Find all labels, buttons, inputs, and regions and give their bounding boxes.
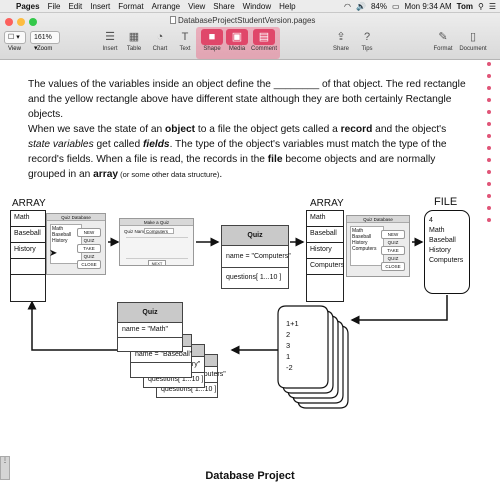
footer-title[interactable]: Database Project bbox=[0, 470, 500, 482]
right-array-cell bbox=[307, 275, 343, 291]
close-button[interactable]: CLOSE bbox=[381, 262, 405, 271]
quiz-object-center[interactable]: Quiz name = "Computers" questions[ 1...1… bbox=[221, 225, 291, 289]
new-quiz-button[interactable]: NEW QUIZ bbox=[381, 230, 405, 245]
win-list-item: History bbox=[52, 238, 68, 244]
quiz-object-stack-top[interactable]: Quiz name = "Math" bbox=[117, 302, 183, 352]
comment-marker-icon[interactable] bbox=[487, 158, 491, 162]
right-array-cell: History bbox=[307, 243, 343, 259]
record-line: 1+1 bbox=[286, 319, 299, 328]
new-quiz-button[interactable]: NEW QUIZ bbox=[77, 228, 101, 243]
left-array-cell: Baseball bbox=[11, 227, 45, 243]
take-quiz-button[interactable]: TAKE QUIZ bbox=[381, 246, 405, 261]
quiz-title: Quiz bbox=[222, 226, 288, 246]
record-values: 1+1 2 3 1 -2 bbox=[286, 318, 299, 373]
record-line: -2 bbox=[286, 363, 293, 372]
file-line: History bbox=[429, 247, 451, 254]
file-line: Baseball bbox=[429, 237, 456, 244]
right-array-cell: Math bbox=[307, 211, 343, 227]
comment-marker-icon[interactable] bbox=[487, 206, 491, 210]
arrow-file-to-records bbox=[350, 295, 448, 325]
right-array-cell: Computers bbox=[307, 259, 344, 275]
comment-marker-icon[interactable] bbox=[487, 170, 491, 174]
left-array[interactable]: Math Baseball History bbox=[10, 210, 46, 302]
left-array-cell bbox=[11, 259, 45, 275]
arrow-quizzes-to-array bbox=[27, 300, 118, 351]
left-array-cell: History bbox=[11, 243, 45, 259]
file-line: Computers bbox=[429, 257, 464, 264]
quiz-stack-title: Quiz bbox=[118, 303, 182, 323]
win-quiz-list[interactable]: Math Baseball History Computers bbox=[350, 226, 384, 266]
quiz-name-input[interactable]: Computers bbox=[144, 228, 174, 234]
left-array-cell bbox=[11, 275, 45, 291]
record-line: 1 bbox=[286, 352, 291, 361]
quiz-name-field: name = "Computers" bbox=[222, 246, 291, 268]
quiz-database-window-right[interactable]: Quiz Database Math Baseball History Comp… bbox=[346, 215, 410, 277]
comment-marker-icon[interactable] bbox=[487, 98, 491, 102]
comment-marker-icon[interactable] bbox=[487, 146, 491, 150]
right-array-label: ARRAY bbox=[310, 198, 344, 209]
comment-marker-icon[interactable] bbox=[487, 86, 491, 90]
win-title: Quiz Database bbox=[347, 216, 409, 223]
take-quiz-button[interactable]: TAKE QUIZ bbox=[77, 244, 101, 259]
comment-marker-icon[interactable] bbox=[487, 218, 491, 222]
comment-marker-icon[interactable] bbox=[487, 122, 491, 126]
comment-marker-icon[interactable] bbox=[487, 110, 491, 114]
file-shape[interactable]: 4 Math Baseball History Computers bbox=[424, 210, 470, 294]
right-array-cell: Baseball bbox=[307, 227, 343, 243]
comment-marker-icon[interactable] bbox=[487, 62, 491, 66]
comment-marker-icon[interactable] bbox=[487, 74, 491, 78]
record-line: 3 bbox=[286, 341, 291, 350]
file-line: 4 bbox=[429, 217, 433, 224]
quiz-stack-questions bbox=[118, 338, 182, 352]
comment-marker-icon[interactable] bbox=[487, 194, 491, 198]
left-array-label: ARRAY bbox=[12, 198, 46, 209]
make-quiz-question-area bbox=[126, 237, 188, 259]
win-list-item: Computers bbox=[352, 246, 377, 252]
quiz-stack-name: name = "Math" bbox=[118, 323, 182, 338]
quiz-questions-field: questions[ 1...10 ] bbox=[226, 274, 282, 281]
make-quiz-next-button[interactable]: NEXT bbox=[148, 260, 166, 266]
left-array-cell: Math bbox=[11, 211, 45, 227]
comment-markers[interactable] bbox=[484, 62, 494, 262]
comment-marker-icon[interactable] bbox=[487, 134, 491, 138]
file-line: Math bbox=[429, 227, 445, 234]
quiz-database-window-left[interactable]: Quiz Database Math Baseball History NEW … bbox=[46, 213, 106, 275]
close-button[interactable]: CLOSE bbox=[77, 260, 101, 269]
make-quiz-window[interactable]: Make a Quiz Quiz Name Computers NEXT bbox=[119, 218, 194, 266]
win-title: Quiz Database bbox=[47, 214, 105, 221]
comment-marker-icon[interactable] bbox=[487, 182, 491, 186]
make-quiz-title: Make a Quiz bbox=[120, 219, 193, 226]
right-array[interactable]: Math Baseball History Computers bbox=[306, 210, 344, 302]
file-label: FILE bbox=[434, 196, 458, 208]
record-line: 2 bbox=[286, 330, 291, 339]
mouse-cursor-icon: ➤ bbox=[49, 248, 58, 259]
